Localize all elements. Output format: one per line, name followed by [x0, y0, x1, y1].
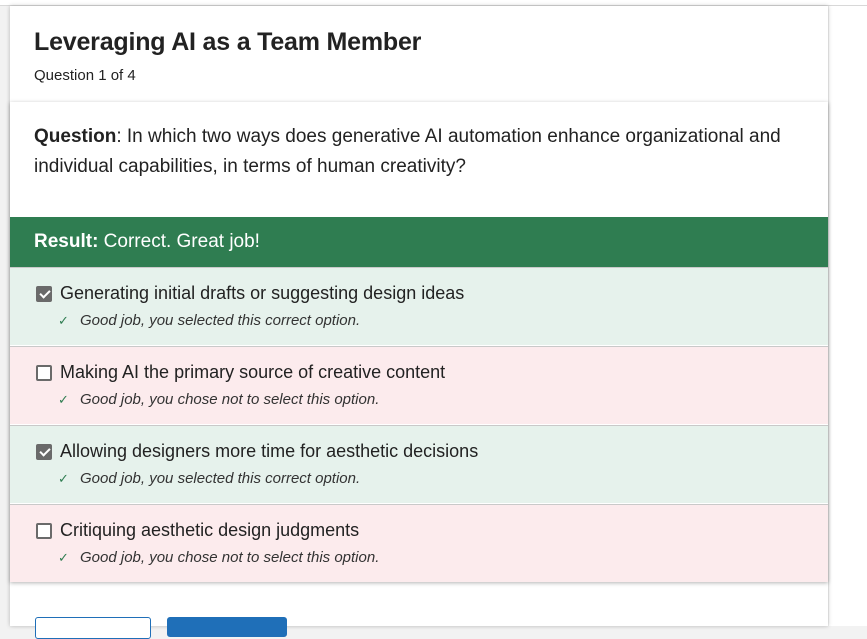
answer-option[interactable]: Allowing designers more time for aesthet…: [10, 425, 828, 503]
option-feedback: ✓ Good job, you chose not to select this …: [58, 549, 379, 566]
option-feedback: ✓ Good job, you selected this correct opt…: [58, 470, 360, 487]
answer-option[interactable]: Making AI the primary source of creative…: [10, 346, 828, 424]
checkmark-icon: ✓: [58, 550, 69, 565]
checkmark-icon: ✓: [58, 392, 69, 407]
checkbox-unchecked[interactable]: [36, 365, 52, 381]
option-label: Allowing designers more time for aesthet…: [60, 441, 479, 461]
option-feedback: ✓ Good job, you chose not to select this …: [58, 391, 379, 408]
result-banner: Result: Correct. Great job!: [10, 217, 828, 267]
secondary-button[interactable]: [35, 617, 151, 639]
page-title: Leveraging AI as a Team Member: [34, 28, 422, 56]
feedback-text: Good job, you chose not to select this o…: [80, 391, 380, 408]
feedback-text: Good job, you chose not to select this o…: [80, 549, 380, 566]
primary-button[interactable]: [167, 617, 287, 637]
question-text: Question: In which two ways does generat…: [34, 122, 804, 182]
result-content: Result: Correct. Great job!: [34, 217, 260, 267]
checkbox-checked[interactable]: [36, 286, 52, 302]
footer-actions: [10, 606, 828, 639]
answer-option[interactable]: Critiquing aesthetic design judgments ✓ G…: [10, 504, 828, 582]
feedback-text: Good job, you selected this correct opti…: [80, 312, 361, 329]
feedback-text: Good job, you selected this correct opti…: [80, 470, 361, 487]
option-label: Generating initial drafts or suggesting …: [60, 283, 465, 303]
question-body: : In which two ways does generative AI a…: [34, 126, 781, 177]
option-label: Making AI the primary source of creative…: [60, 362, 446, 382]
quiz-card: Leveraging AI as a Team Member Question …: [10, 6, 828, 639]
question-panel: Question: In which two ways does generat…: [10, 102, 828, 582]
checkbox-checked[interactable]: [36, 444, 52, 460]
answer-option[interactable]: Generating initial drafts or suggesting …: [10, 267, 828, 345]
quiz-header: Leveraging AI as a Team Member Question …: [10, 6, 828, 100]
checkmark-icon: ✓: [58, 313, 69, 328]
question-label: Question: [34, 126, 117, 147]
option-label: Critiquing aesthetic design judgments: [60, 520, 360, 540]
option-feedback: ✓ Good job, you selected this correct opt…: [58, 312, 360, 329]
checkbox-unchecked[interactable]: [36, 523, 52, 539]
right-margin: [829, 6, 867, 626]
question-progress: Question 1 of 4: [34, 67, 136, 84]
checkmark-icon: ✓: [58, 471, 69, 486]
result-label: Result:: [34, 231, 99, 252]
result-message: Correct. Great job!: [98, 231, 260, 252]
